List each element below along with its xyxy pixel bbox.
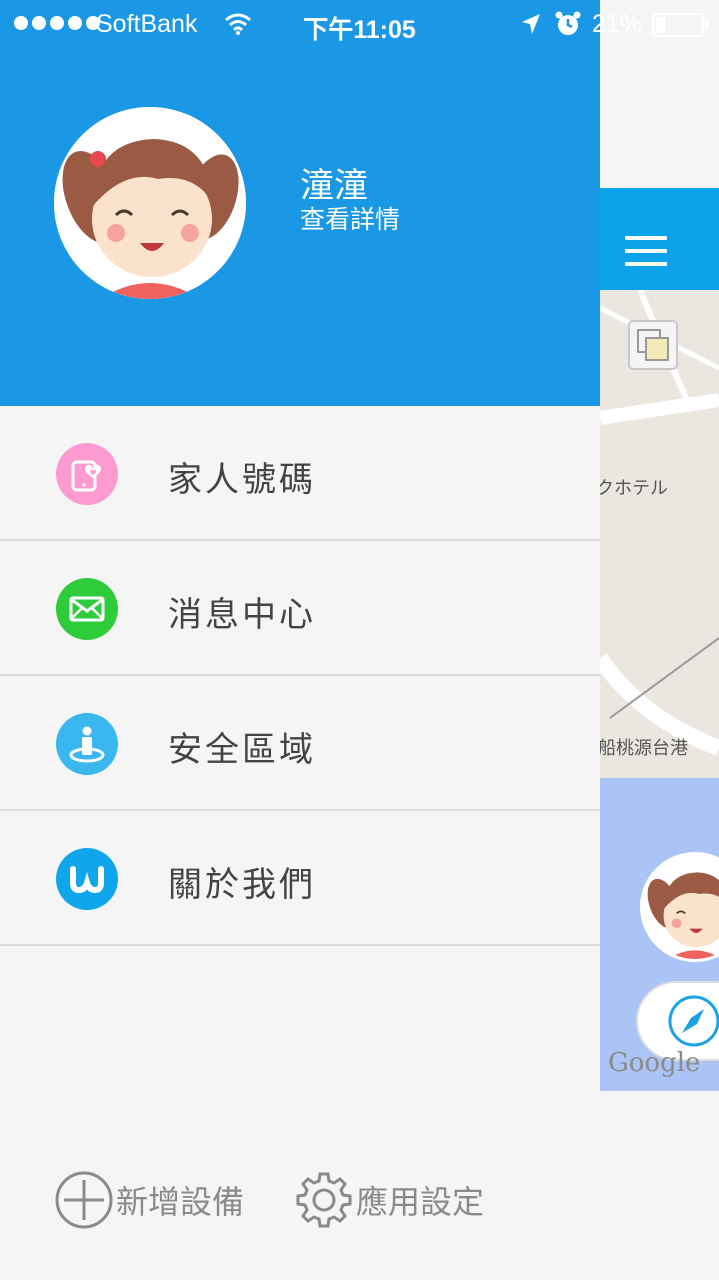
drawer-footer: 新增設備 應用設定	[0, 1160, 600, 1250]
location-arrow-icon	[522, 14, 540, 34]
app-settings-label: 應用設定	[356, 1183, 485, 1221]
girl-avatar-icon	[54, 107, 246, 299]
girl-avatar-icon	[643, 855, 719, 959]
menu-label-family-numbers: 家人號碼	[168, 460, 316, 500]
google-logo: Google	[608, 1048, 701, 1078]
menu-item-safe-zone[interactable]: 安全區域	[0, 676, 600, 811]
profile-avatar[interactable]	[54, 107, 246, 299]
plus-circle-icon	[55, 1171, 113, 1229]
safe-zone-person-icon	[56, 713, 118, 775]
family-phone-icon	[56, 443, 118, 505]
menu-label-about-us: 關於我們	[168, 865, 316, 905]
alarm-icon	[555, 11, 581, 35]
view-details-link[interactable]: 查看詳情	[300, 200, 400, 236]
battery-icon	[652, 13, 709, 37]
add-device-label: 新增設備	[116, 1183, 245, 1221]
map-label-port: 船桃源台港	[600, 738, 688, 759]
w-logo-icon	[56, 848, 118, 910]
app-settings-button[interactable]: 應用設定	[294, 1160, 484, 1240]
map-label-hotel: クホテル	[600, 478, 668, 499]
battery-percent: 21%	[592, 10, 643, 38]
drawer-menu: 家人號碼 消息中心 安全區域 關於我們	[0, 406, 600, 946]
menu-item-message-center[interactable]: 消息中心	[0, 541, 600, 676]
menu-item-about-us[interactable]: 關於我們	[0, 811, 600, 946]
envelope-icon	[56, 578, 118, 640]
status-bar: SoftBank 下午11:05 21%	[0, 0, 719, 50]
add-device-button[interactable]: 新增設備	[54, 1160, 244, 1240]
menu-label-safe-zone: 安全區域	[168, 730, 316, 770]
menu-item-family-numbers[interactable]: 家人號碼	[0, 406, 600, 541]
map-view[interactable]: クホテル 船桃源台港 Google	[600, 188, 719, 1091]
menu-label-message-center: 消息中心	[168, 595, 316, 635]
hamburger-menu-icon[interactable]	[625, 236, 667, 270]
compass-icon	[668, 995, 719, 1047]
map-layers-icon[interactable]	[628, 320, 678, 370]
gear-icon	[296, 1172, 352, 1228]
